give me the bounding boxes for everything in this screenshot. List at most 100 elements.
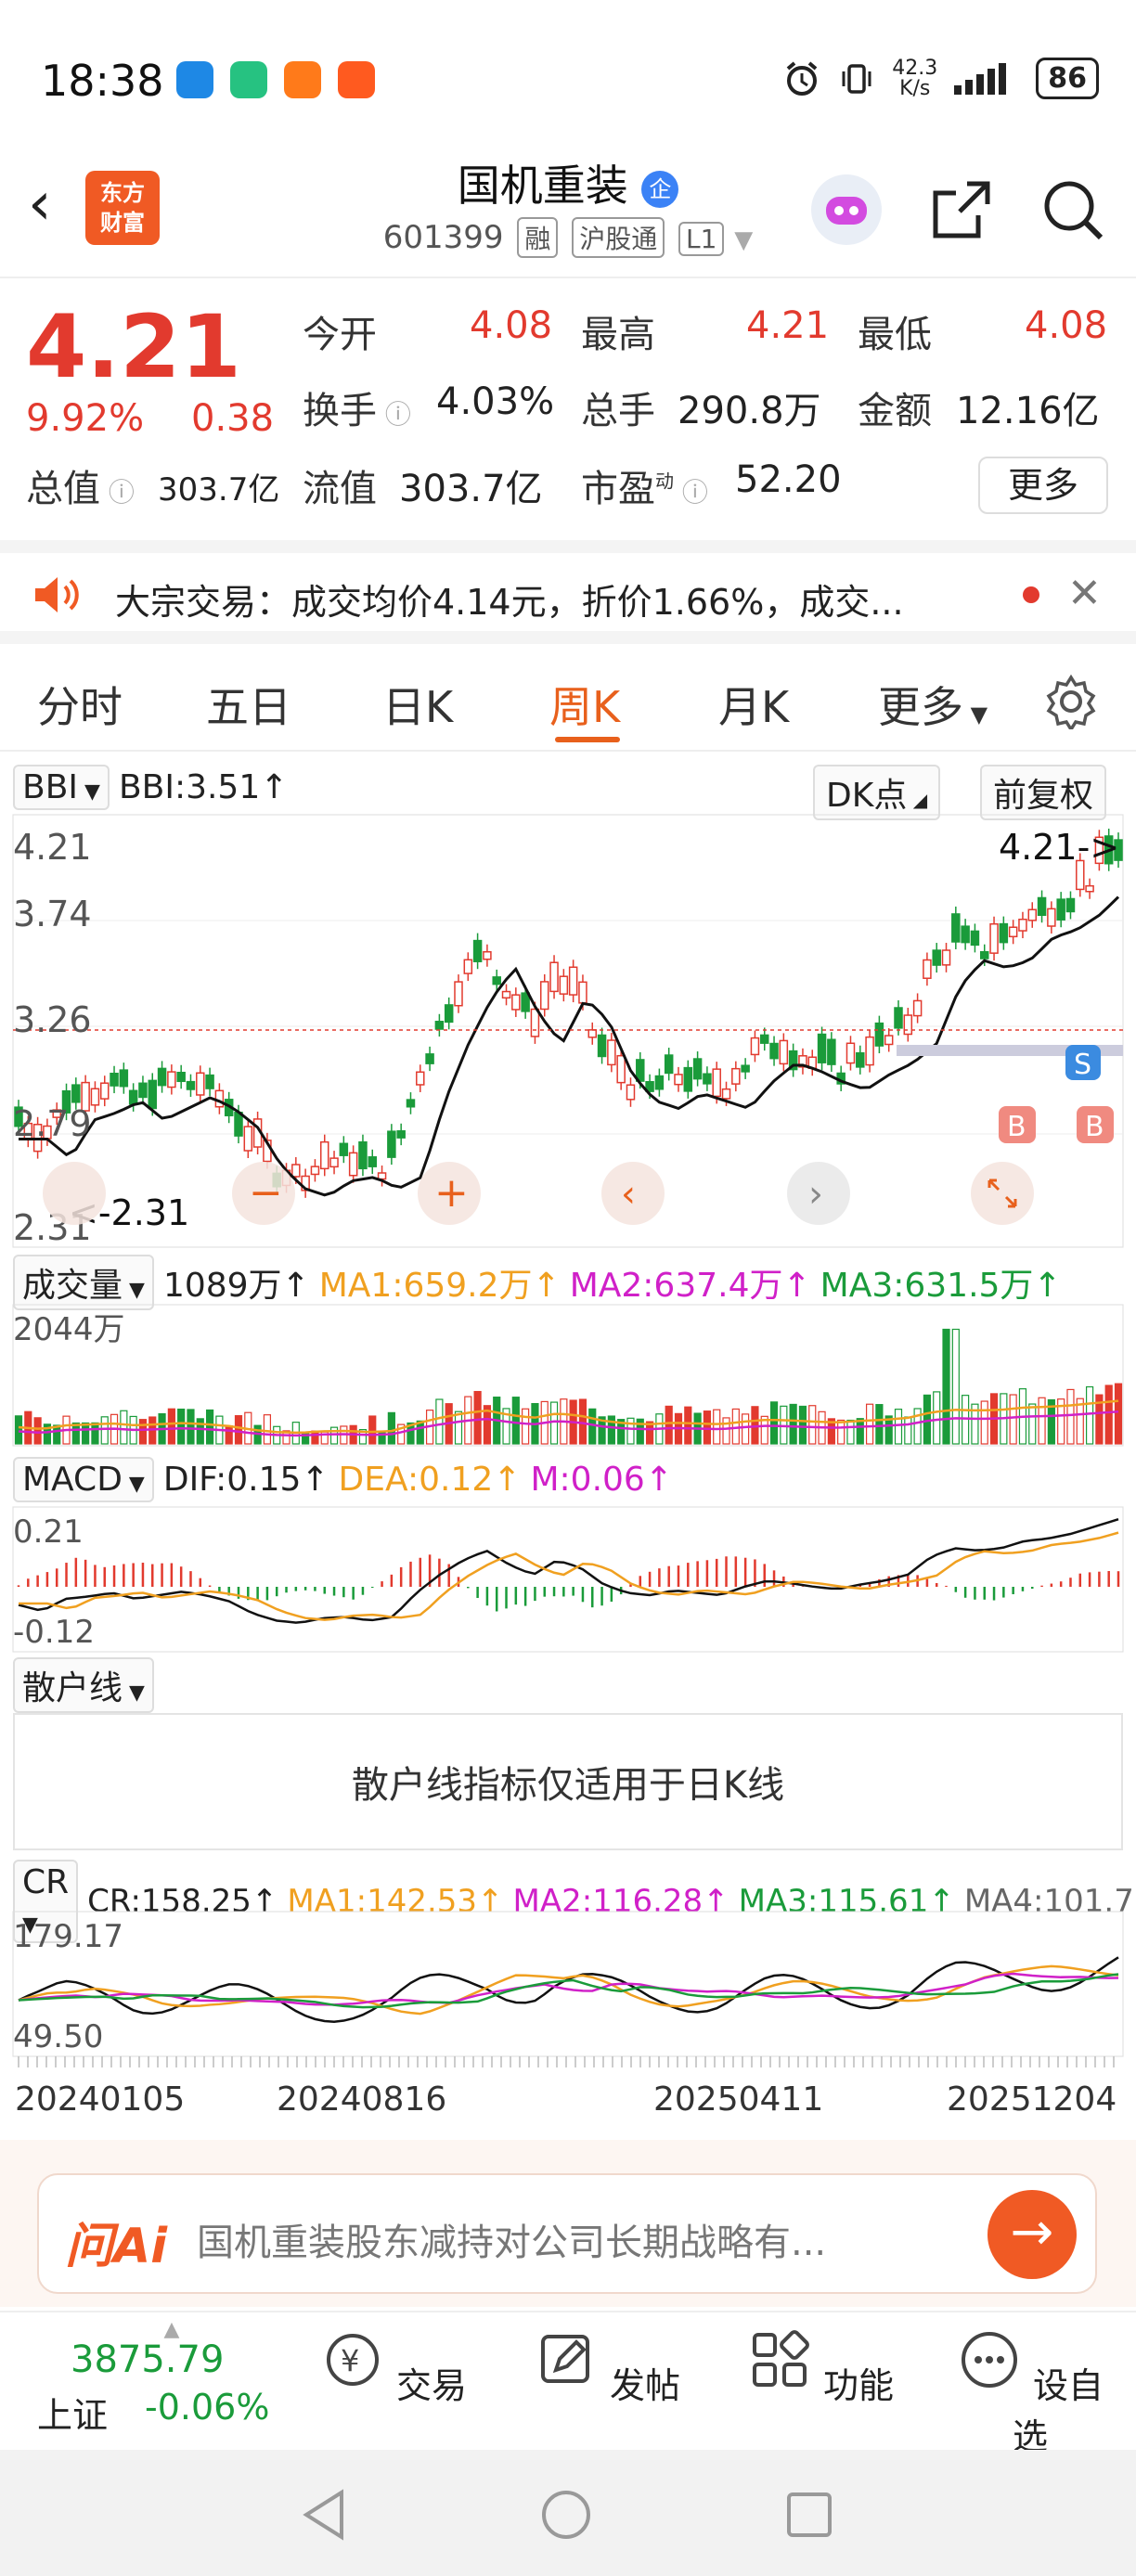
nav-recents-icon[interactable] xyxy=(785,2491,833,2539)
notification-app-icon xyxy=(176,61,213,98)
macd-selector[interactable]: MACD ▼ xyxy=(13,1457,154,1502)
candle-body xyxy=(961,925,970,944)
dropdown-caret-icon[interactable]: ▼ xyxy=(734,226,753,254)
candle-body xyxy=(71,1084,81,1103)
more-quote-button[interactable]: 更多 xyxy=(978,457,1108,514)
volume-label: 总手 xyxy=(581,390,655,432)
functions-button[interactable]: 功能 xyxy=(746,2322,895,2408)
volume-bar xyxy=(837,1419,846,1445)
cr-y-label: 49.50 xyxy=(13,2018,103,2055)
volume-ma3: MA3:631.5万↑ xyxy=(820,1267,1062,1305)
macd-y-label: -0.12 xyxy=(13,1614,95,1651)
volume-ma2: MA2:637.4万↑ xyxy=(569,1267,811,1305)
ai-assistant-icon[interactable] xyxy=(811,174,882,245)
cr-chart[interactable]: 179.17 49.50 20240105 20240816 20250411 … xyxy=(0,1910,1136,2140)
speaker-icon xyxy=(35,577,79,612)
nav-home-icon[interactable] xyxy=(540,2489,592,2541)
volume-bar xyxy=(894,1409,903,1445)
candle-body xyxy=(511,994,521,1011)
fullscreen-icon[interactable] xyxy=(971,1162,1034,1225)
vibrate-icon xyxy=(842,63,871,94)
volume-ma1: MA1:659.2万↑ xyxy=(318,1267,561,1305)
close-icon[interactable]: ✕ xyxy=(1067,570,1102,617)
info-icon[interactable]: ⓘ xyxy=(100,477,135,508)
volume-bar xyxy=(454,1410,463,1445)
candle-body xyxy=(119,1069,129,1088)
indicator-selector[interactable]: BBI ▼ xyxy=(13,765,110,810)
volume-bar xyxy=(1009,1394,1017,1445)
add-watchlist-label: 设自选 xyxy=(1012,2365,1104,2457)
candle-body xyxy=(396,1130,406,1139)
info-icon[interactable]: ⓘ xyxy=(674,477,708,508)
tab-intraday[interactable]: 分时 xyxy=(37,674,123,735)
current-price: 4.21 xyxy=(26,297,241,398)
volume-selector[interactable]: 成交量 ▼ xyxy=(13,1255,154,1310)
notice-bar[interactable]: 大宗交易：成交均价4.14元，折价1.66%，成交... ✕ xyxy=(0,540,1136,644)
open-label: 今开 xyxy=(303,314,377,356)
candle-body xyxy=(167,1071,176,1088)
volume-bar xyxy=(1104,1385,1113,1445)
candle-body xyxy=(607,1039,616,1066)
adjust-forward-button[interactable]: 前复权 xyxy=(980,765,1107,820)
nav-back-icon[interactable] xyxy=(301,2489,347,2541)
volume-bar xyxy=(742,1413,750,1445)
more-dots-icon xyxy=(961,2332,1017,2388)
scroll-left-end-icon[interactable] xyxy=(43,1162,106,1225)
trade-button[interactable]: ¥ 交易 xyxy=(319,2322,468,2408)
volume-bar xyxy=(33,1417,42,1445)
dk-point-button[interactable]: DK点 ◢ xyxy=(813,765,941,820)
volume-chart[interactable]: 2044万 xyxy=(0,1303,1136,1448)
tab-monthly-k[interactable]: 月K xyxy=(718,674,789,735)
date-label: 20240105 xyxy=(15,2080,185,2119)
volume-bar xyxy=(549,1401,559,1445)
notification-app-icon xyxy=(230,61,267,98)
candle-body xyxy=(530,1008,540,1037)
tab-more[interactable]: 更多 ▼ xyxy=(878,674,988,735)
candle-body xyxy=(243,1126,253,1152)
bottom-toolbar: ▲ 3875.79 上证 -0.06% ¥ 交易 发帖 功能 设自选 xyxy=(0,2311,1136,2457)
tab-weekly-k[interactable]: 周K xyxy=(549,674,620,735)
candle-body xyxy=(970,930,980,947)
volume-bar xyxy=(91,1422,99,1445)
candle-body xyxy=(951,913,961,943)
volume-bar xyxy=(588,1408,597,1445)
info-icon[interactable]: ⓘ xyxy=(377,399,411,430)
notice-text[interactable]: 大宗交易：成交均价4.14元，折价1.66%，成交... xyxy=(115,573,904,625)
search-icon[interactable] xyxy=(1038,174,1108,245)
candle-body xyxy=(148,1079,158,1110)
index-name: 上证 xyxy=(37,2395,109,2436)
tab-five-day[interactable]: 五日 xyxy=(206,674,291,735)
low-label: 最低 xyxy=(858,314,932,356)
candle-body xyxy=(616,1054,626,1084)
unread-dot xyxy=(1023,586,1039,603)
index-ticker[interactable]: ▲ 3875.79 上证 -0.06% xyxy=(37,2318,306,2438)
volume-bar xyxy=(225,1424,233,1445)
volume-bar xyxy=(713,1409,721,1445)
retail-selector[interactable]: 散户线 ▼ xyxy=(13,1657,154,1713)
bbi-value: BBI:3.51↑ xyxy=(118,768,289,806)
share-icon[interactable] xyxy=(926,174,997,245)
candle-body xyxy=(329,1157,339,1168)
ai-submit-arrow-icon[interactable]: → xyxy=(988,2190,1077,2279)
add-watchlist-button[interactable]: 设自选 xyxy=(956,2322,1104,2459)
tab-daily-k[interactable]: 日K xyxy=(382,674,453,735)
change-percent: 9.92% xyxy=(26,397,145,440)
ai-question-box[interactable]: 问Ai 国机重装股东减持对公司长期战略有... → xyxy=(37,2173,1097,2294)
volume-bar xyxy=(1038,1397,1046,1445)
macd-chart[interactable]: 0.21 -0.12 xyxy=(0,1505,1136,1654)
volume-bar xyxy=(234,1415,243,1445)
last-price-marker: 4.21-> xyxy=(999,827,1119,868)
total-mv-value: 303.7亿 xyxy=(158,471,280,509)
stock-code: 601399 xyxy=(382,219,504,256)
ai-question-text[interactable]: 国机重装股东减持对公司长期战略有... xyxy=(197,2212,826,2266)
settings-gear-icon[interactable] xyxy=(1043,674,1099,729)
kline-chart[interactable]: 4.21 3.74 3.26 2.79 2.31 4.21-> <-2.31 S… xyxy=(0,813,1136,1249)
volume-bar xyxy=(607,1415,615,1445)
candle-body xyxy=(463,959,473,974)
candle-body xyxy=(501,990,511,999)
candle-body xyxy=(434,1021,445,1030)
candle-body xyxy=(712,1068,721,1098)
post-button[interactable]: 发帖 xyxy=(533,2322,681,2408)
caret-up-icon: ▲ xyxy=(163,2318,180,2341)
candle-body xyxy=(472,939,483,962)
